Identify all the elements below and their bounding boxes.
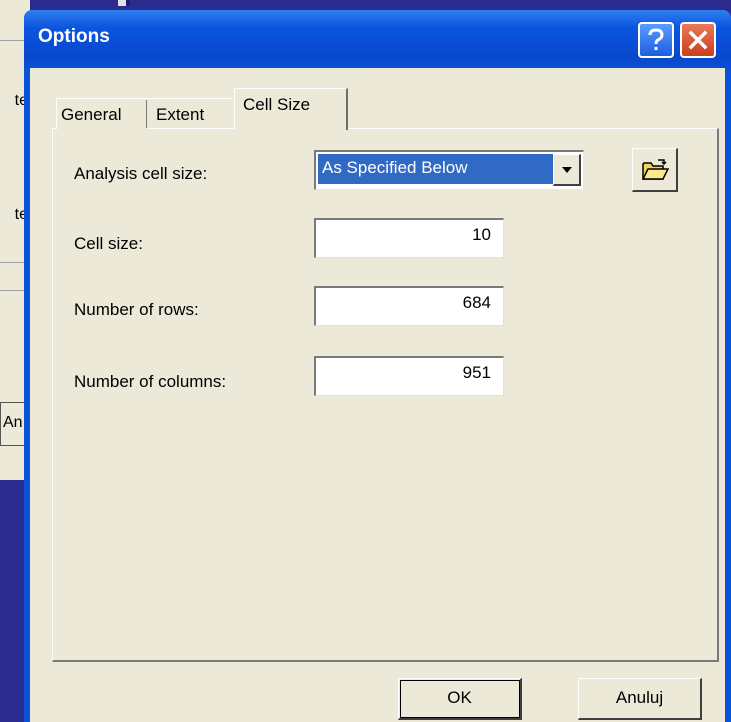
browse-button[interactable] (632, 148, 678, 192)
close-icon (688, 30, 708, 50)
cell-size-label: Cell size: (74, 234, 143, 253)
tab-general[interactable]: General (56, 98, 149, 129)
analysis-cell-size-label: Analysis cell size: (74, 164, 208, 183)
number-of-rows-label: Number of rows: (74, 300, 199, 319)
number-of-columns-input[interactable]: 951 (314, 356, 504, 396)
open-folder-icon (641, 158, 669, 180)
tab-separator (146, 100, 147, 128)
dialog-body: General Extent Cell Size Analysis cell s… (30, 68, 725, 722)
ok-button[interactable]: OK (398, 678, 522, 720)
number-of-columns-label: Number of columns: (74, 372, 227, 391)
cell-size-input[interactable]: 10 (314, 218, 504, 258)
background-edge (126, 0, 130, 6)
analysis-cell-size-select[interactable]: As Specified Below (314, 150, 584, 190)
number-of-rows-input[interactable]: 684 (314, 286, 504, 326)
title-bar[interactable]: Options (24, 10, 731, 68)
help-icon (648, 28, 664, 50)
options-dialog: Options General Extent Cell Size Analysi… (24, 10, 731, 722)
tab-extent[interactable]: Extent (148, 98, 232, 128)
chevron-down-icon (561, 166, 572, 173)
dialog-title: Options (38, 26, 110, 47)
cancel-button[interactable]: Anuluj (578, 678, 702, 720)
analysis-cell-size-value: As Specified Below (318, 154, 554, 184)
tab-cell-size[interactable]: Cell Size (234, 88, 348, 130)
help-button[interactable] (638, 22, 674, 58)
dropdown-button[interactable] (553, 154, 581, 186)
close-button[interactable] (680, 22, 716, 58)
